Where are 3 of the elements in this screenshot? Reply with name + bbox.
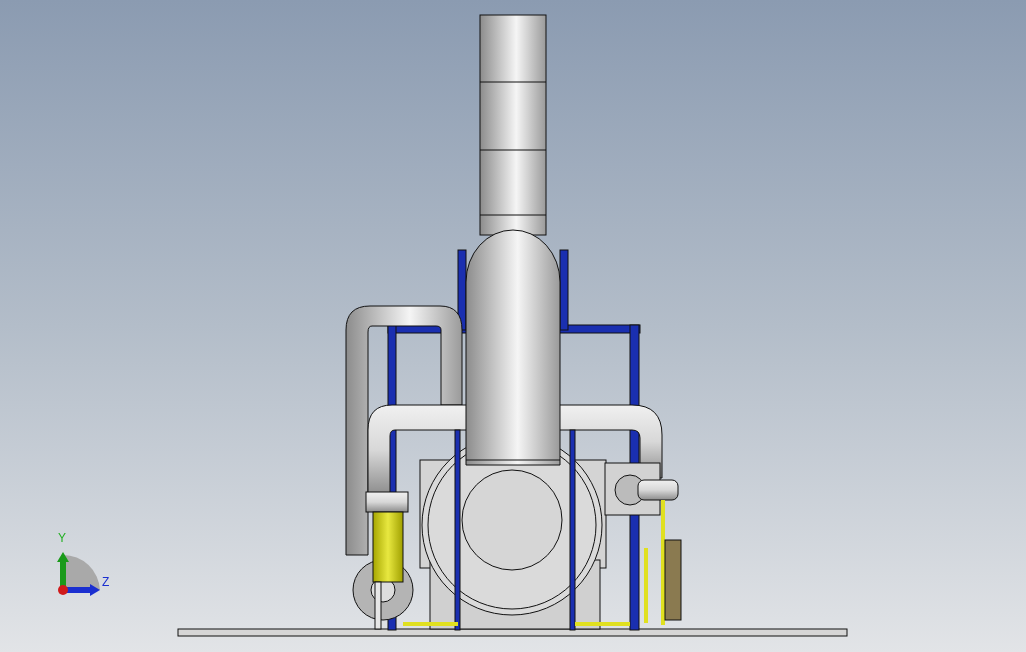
z-axis-label: Z: [102, 576, 110, 588]
y-axis-label: Y: [58, 532, 66, 544]
axis-triad-icon: [57, 552, 100, 596]
